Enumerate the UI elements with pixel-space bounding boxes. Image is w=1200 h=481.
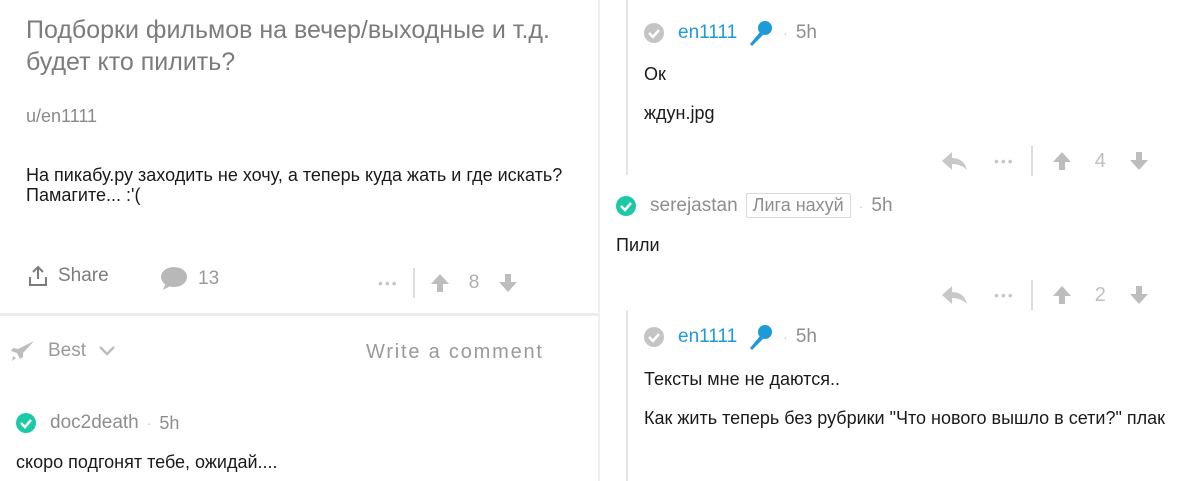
comment-text: Пили (616, 235, 660, 255)
meta-separator: · (783, 329, 788, 345)
check-icon (616, 195, 636, 216)
reply-icon[interactable] (940, 284, 968, 306)
column-separator (598, 0, 600, 481)
actions-divider (412, 268, 415, 298)
comment-username[interactable]: en1111 (678, 326, 737, 348)
comment-actions: ••• 2 (940, 280, 1150, 310)
actions-divider (1030, 280, 1033, 310)
comment-time: 5h (795, 326, 817, 347)
chevron-down-icon (98, 345, 116, 357)
rocket-icon (10, 339, 36, 363)
meta-separator: · (146, 415, 152, 431)
user-flair: Лига нахуй (745, 193, 851, 218)
more-options-button[interactable]: ••• (994, 153, 1015, 169)
share-button[interactable]: Share (26, 265, 109, 287)
meta-separator: · (858, 197, 864, 214)
comment-time: 5h (795, 22, 817, 43)
reply-icon[interactable] (940, 150, 968, 172)
comment-username[interactable]: en1111 (678, 22, 737, 44)
mic-icon (745, 20, 775, 46)
comments-button[interactable]: 13 (160, 267, 219, 291)
comment-username[interactable]: doc2death (50, 412, 139, 434)
check-icon (644, 327, 664, 347)
comment-actions: ••• 4 (940, 146, 1150, 176)
post-author[interactable]: u/en1111 (26, 106, 97, 127)
section-divider (0, 313, 598, 316)
comment-meta: serejastan Лига нахуй · 5h (616, 193, 893, 218)
more-options-button[interactable]: ••• (378, 275, 399, 291)
upvote-icon[interactable] (1051, 284, 1073, 306)
thread-line (626, 0, 628, 175)
check-icon (16, 413, 36, 433)
comment-meta: en1111 · 5h (644, 324, 817, 350)
post-title[interactable]: Подборки фильмов на вечер/выходные и т.д… (26, 14, 586, 78)
share-label: Share (58, 265, 109, 286)
post-panel: Подборки фильмов на вечер/выходные и т.д… (0, 0, 600, 481)
comment-meta: en1111 · 5h (644, 20, 817, 46)
downvote-icon[interactable] (497, 272, 519, 294)
comment-score: 4 (1094, 149, 1106, 172)
upvote-icon[interactable] (429, 272, 451, 294)
comment-text: Тексты мне не даются.. (644, 369, 840, 389)
post-body: На пикабу.ру заходить не хочу, а теперь … (26, 165, 563, 205)
post-score: 8 (468, 272, 480, 293)
comment-meta: doc2death · 5h (16, 412, 179, 434)
sort-dropdown[interactable]: Best (10, 339, 116, 363)
comment-text: ждун.jpg (644, 103, 715, 123)
more-options-button[interactable]: ••• (994, 287, 1015, 303)
share-icon (26, 265, 50, 287)
meta-separator: · (783, 25, 788, 41)
comment-username[interactable]: serejastan (650, 195, 738, 217)
comment-score: 2 (1094, 283, 1106, 306)
post-actions: ••• 8 (378, 268, 519, 298)
comment-time: 5h (871, 194, 893, 216)
write-comment-button[interactable]: Write a comment (366, 341, 544, 364)
comment-bubble-icon (160, 267, 188, 291)
comment-text: скоро подгонят тебе, ожидай.... (16, 452, 278, 472)
comment-text: Как жить теперь без рубрики "Что нового … (644, 408, 1165, 428)
sort-label: Best (48, 340, 87, 361)
comment-text: Ок (644, 64, 666, 84)
thread-line (626, 310, 628, 481)
mic-icon (745, 324, 775, 350)
actions-divider (1030, 146, 1033, 176)
comment-time: 5h (159, 412, 180, 433)
check-icon (644, 23, 664, 43)
comment-count: 13 (198, 268, 220, 289)
downvote-icon[interactable] (1128, 150, 1150, 172)
upvote-icon[interactable] (1051, 150, 1073, 172)
downvote-icon[interactable] (1128, 284, 1150, 306)
